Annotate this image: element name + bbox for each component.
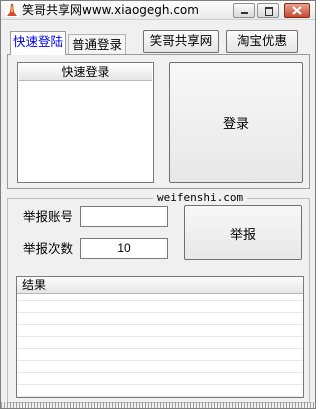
quick-login-panel: 快速登录 登录	[7, 54, 310, 189]
share-site-button[interactable]: 笑哥共享网	[143, 30, 219, 53]
times-label: 举报次数	[23, 241, 74, 256]
title-bar[interactable]: 笑哥共享网www.xiaogegh.com	[1, 1, 315, 20]
tab-normal-login[interactable]: 普通登录	[68, 34, 126, 54]
minimize-button[interactable]	[233, 3, 255, 18]
list-header[interactable]: 快速登录	[19, 64, 152, 81]
result-list[interactable]: 结果	[16, 276, 304, 398]
close-button[interactable]	[284, 3, 310, 18]
app-window: 笑哥共享网www.xiaogegh.com 快速登陆 普通登录 笑哥共享网 淘宝…	[0, 0, 316, 409]
tab-quick-login[interactable]: 快速登陆	[10, 31, 66, 55]
account-input[interactable]	[80, 206, 168, 227]
maximize-button[interactable]	[257, 3, 279, 18]
times-input[interactable]: 10	[80, 238, 168, 259]
quick-login-list[interactable]: 快速登录	[17, 62, 154, 183]
result-header[interactable]: 结果	[17, 277, 303, 294]
report-button-label: 举报	[229, 228, 256, 243]
report-group-title: weifenshi.com	[153, 191, 248, 205]
account-label: 举报账号	[23, 209, 74, 224]
report-button[interactable]: 举报	[184, 205, 302, 260]
login-button[interactable]: 登录	[169, 62, 303, 183]
status-bar	[1, 402, 315, 408]
app-icon	[5, 3, 19, 17]
window-title: 笑哥共享网www.xiaogegh.com	[22, 3, 199, 17]
login-button-label: 登录	[222, 117, 249, 132]
close-icon	[292, 6, 302, 15]
taobao-deals-button[interactable]: 淘宝优惠	[226, 30, 298, 53]
